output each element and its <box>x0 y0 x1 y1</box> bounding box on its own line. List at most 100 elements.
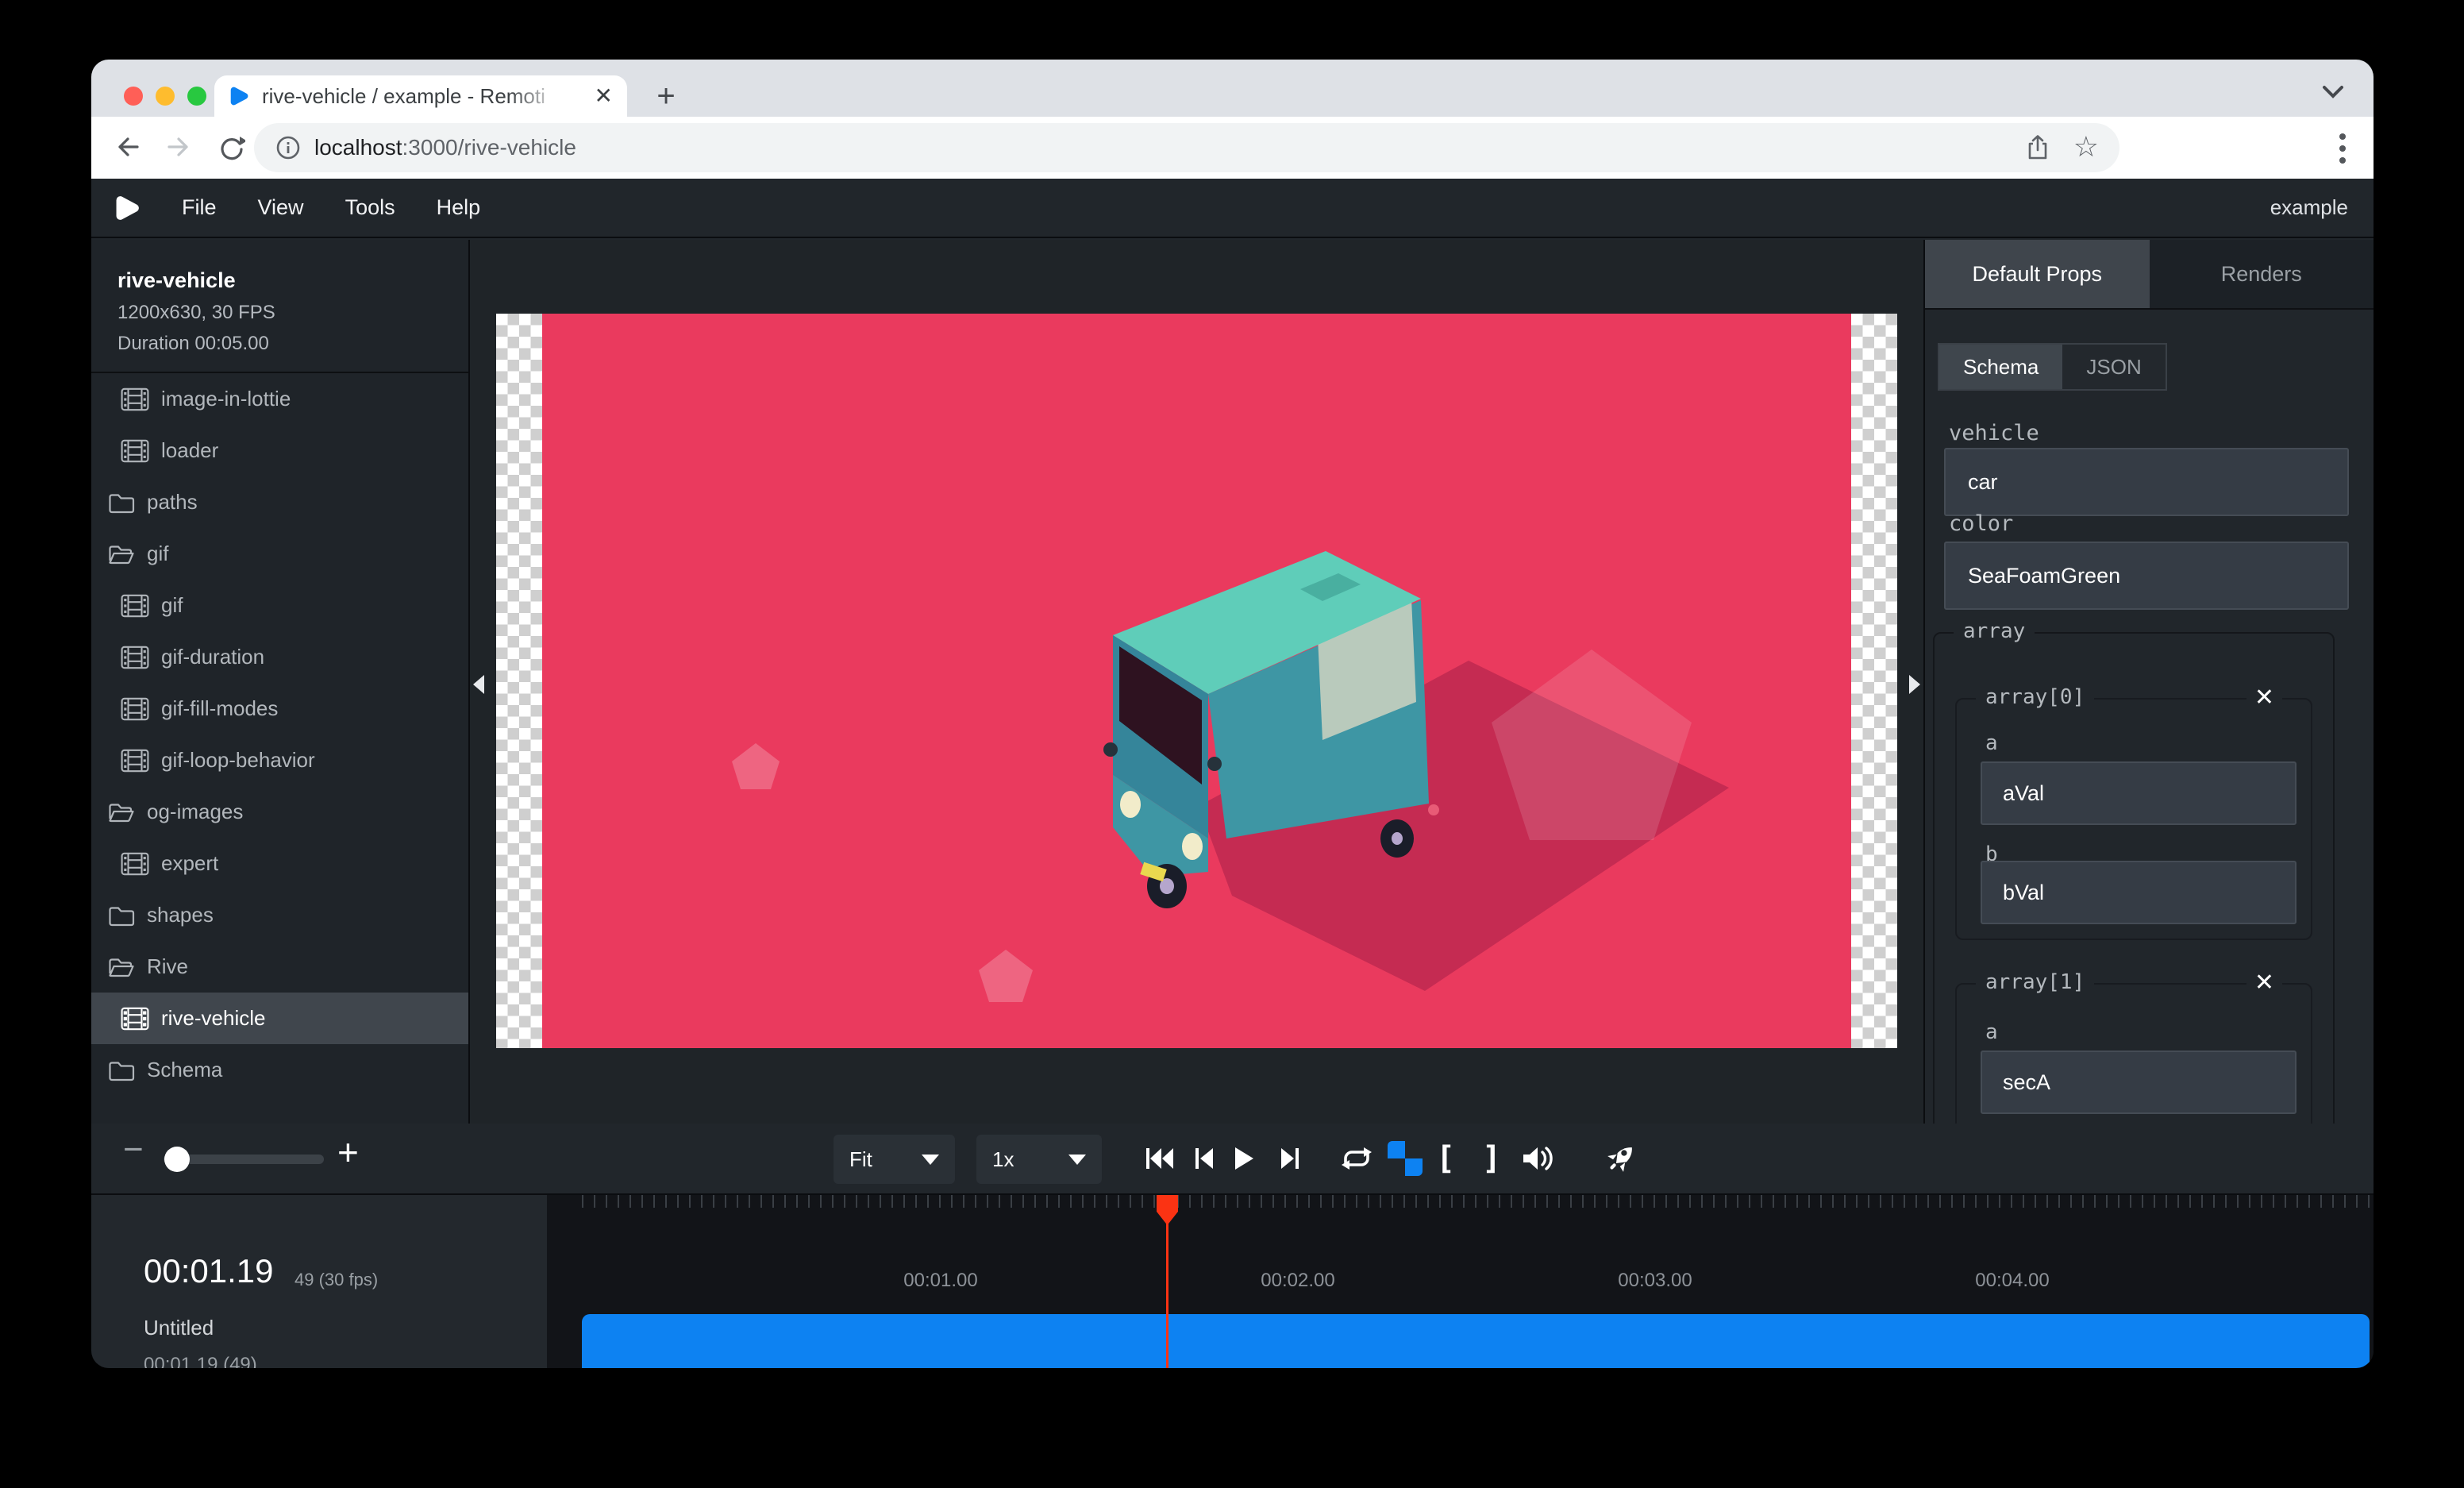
color-input[interactable] <box>1944 542 2349 610</box>
folder-open-icon <box>108 543 135 565</box>
collapse-sidebar-icon[interactable] <box>473 675 484 694</box>
url-text: localhost:3000/rive-vehicle <box>314 135 576 160</box>
array-1-remove-icon[interactable]: ✕ <box>2246 969 2282 996</box>
folder-icon <box>108 904 135 927</box>
array-1-a-input[interactable] <box>1981 1050 2297 1114</box>
track-duration: 00:01.19 (49) <box>144 1354 257 1368</box>
array-0-remove-icon[interactable]: ✕ <box>2246 684 2282 711</box>
transparency-toggle-icon[interactable] <box>1388 1141 1423 1176</box>
zoom-out-icon[interactable]: − <box>123 1130 144 1170</box>
tab-title: rive-vehicle / example - Remoti <box>262 84 564 109</box>
speed-select-value: 1x <box>992 1147 1014 1172</box>
sidebar-item-shapes[interactable]: shapes <box>91 889 468 941</box>
url-bar[interactable]: localhost:3000/rive-vehicle ☆ <box>254 123 2119 172</box>
remotion-logo-icon[interactable] <box>114 195 141 222</box>
fit-select[interactable]: Fit <box>834 1135 955 1184</box>
play-button[interactable] <box>1233 1136 1255 1181</box>
array-fieldset: array array[0] ✕ a b array[1] ✕ a b <box>1933 632 2335 1124</box>
sidebar-item-paths[interactable]: paths <box>91 476 468 528</box>
chevron-down-icon <box>922 1155 939 1165</box>
array-1-fieldset: array[1] ✕ a b <box>1955 983 2312 1124</box>
back-icon[interactable] <box>114 134 142 160</box>
site-info-icon[interactable] <box>275 134 302 161</box>
menu-help[interactable]: Help <box>437 195 481 220</box>
speed-select[interactable]: 1x <box>976 1135 1102 1184</box>
menu-view[interactable]: View <box>258 195 304 220</box>
forward-icon[interactable] <box>164 134 193 160</box>
array-0-b-input[interactable] <box>1981 861 2297 924</box>
timeline-ruler[interactable] <box>582 1195 2370 1208</box>
array-label: array <box>1954 619 2035 643</box>
vehicle-input[interactable] <box>1944 448 2349 516</box>
share-icon[interactable] <box>2026 134 2050 161</box>
folder-open-icon <box>108 956 135 978</box>
sidebar-item-schema[interactable]: Schema <box>91 1044 468 1096</box>
schema-json-toggle: Schema JSON <box>1938 343 2167 391</box>
ruler-label: 00:01.00 <box>903 1270 977 1292</box>
traffic-close-button[interactable] <box>124 87 143 106</box>
in-point-icon[interactable]: [ <box>1436 1136 1455 1181</box>
toggle-json[interactable]: JSON <box>2062 345 2165 389</box>
props-panel: Default Props Renders Schema JSON vehicl… <box>1923 240 2374 1124</box>
playhead-handle[interactable] <box>1157 1195 1178 1225</box>
sidebar-item-loader[interactable]: loader <box>91 425 468 476</box>
skip-to-start-button[interactable] <box>1144 1136 1176 1181</box>
sidebar-item-expert[interactable]: expert <box>91 838 468 889</box>
tab-search-chevron-icon[interactable] <box>2320 83 2347 101</box>
sidebar-item-image-in-lottie[interactable]: image-in-lottie <box>91 373 468 425</box>
tab-close-icon[interactable]: ✕ <box>595 85 613 107</box>
composition-resolution: 1200x630, 30 FPS <box>117 302 468 324</box>
transparency-checker-left <box>496 314 542 1048</box>
tab-renders[interactable]: Renders <box>2150 240 2374 308</box>
sidebar-item-rive-vehicle[interactable]: rive-vehicle <box>91 993 468 1044</box>
browser-tab[interactable]: rive-vehicle / example - Remoti ✕ <box>214 75 627 117</box>
array-0-fieldset: array[0] ✕ a b <box>1955 698 2312 940</box>
current-timecode: 00:01.19 <box>144 1252 274 1290</box>
render-rocket-icon[interactable] <box>1604 1136 1638 1181</box>
new-tab-button[interactable]: + <box>647 77 685 115</box>
folder-icon <box>108 1059 135 1081</box>
sidebar-item-gif[interactable]: gif <box>91 580 468 631</box>
project-name-label: example <box>2270 195 2348 220</box>
browser-menu-icon[interactable] <box>2338 131 2347 166</box>
menu-tools[interactable]: Tools <box>345 195 395 220</box>
array-0-label: array[0] <box>1976 685 2094 709</box>
out-point-icon[interactable]: ] <box>1482 1136 1501 1181</box>
zoom-slider-thumb[interactable] <box>164 1147 190 1172</box>
remotion-favicon-icon <box>229 86 249 106</box>
playback-toolbar: − + Fit 1x [ ] <box>91 1124 2374 1195</box>
preview-canvas <box>470 240 1923 1124</box>
ruler-label: 00:03.00 <box>1618 1270 1692 1292</box>
array-1-label: array[1] <box>1976 970 2094 994</box>
collapse-props-icon[interactable] <box>1909 675 1920 694</box>
reload-icon[interactable] <box>217 134 245 161</box>
previous-frame-button[interactable] <box>1193 1136 1215 1181</box>
sidebar-item-gif-fill-modes[interactable]: gif-fill-modes <box>91 683 468 734</box>
bookmark-star-icon[interactable]: ☆ <box>2073 133 2099 162</box>
volume-icon[interactable] <box>1520 1136 1555 1181</box>
fit-select-value: Fit <box>849 1147 872 1172</box>
main-area: rive-vehicle 1200x630, 30 FPS Duration 0… <box>91 240 2374 1124</box>
traffic-minimize-button[interactable] <box>156 87 175 106</box>
array-0-a-input[interactable] <box>1981 761 2297 825</box>
sidebar-item-gif-duration[interactable]: gif-duration <box>91 631 468 683</box>
composition-title: rive-vehicle <box>117 268 468 293</box>
zoom-in-icon[interactable]: + <box>337 1131 359 1174</box>
loop-toggle-icon[interactable] <box>1339 1136 1374 1181</box>
timeline-track-bar[interactable] <box>582 1314 2370 1368</box>
track-name: Untitled <box>144 1316 214 1340</box>
current-frame-label: 49 (30 fps) <box>295 1270 378 1290</box>
sidebar-item-gif-folder[interactable]: gif <box>91 528 468 580</box>
sidebar-item-og-images[interactable]: og-images <box>91 786 468 838</box>
sidebar-item-rive-folder[interactable]: Rive <box>91 941 468 993</box>
color-label: color <box>1949 511 2013 536</box>
array-0-a-label: a <box>1985 731 1998 755</box>
next-frame-button[interactable] <box>1279 1136 1301 1181</box>
traffic-zoom-button[interactable] <box>187 87 206 106</box>
tab-default-props[interactable]: Default Props <box>1925 240 2150 308</box>
sidebar-item-gif-loop-behavior[interactable]: gif-loop-behavior <box>91 734 468 786</box>
toggle-schema[interactable]: Schema <box>1939 345 2062 389</box>
transparency-checker-right <box>1851 314 1897 1048</box>
menu-file[interactable]: File <box>182 195 217 220</box>
film-icon <box>121 749 149 773</box>
